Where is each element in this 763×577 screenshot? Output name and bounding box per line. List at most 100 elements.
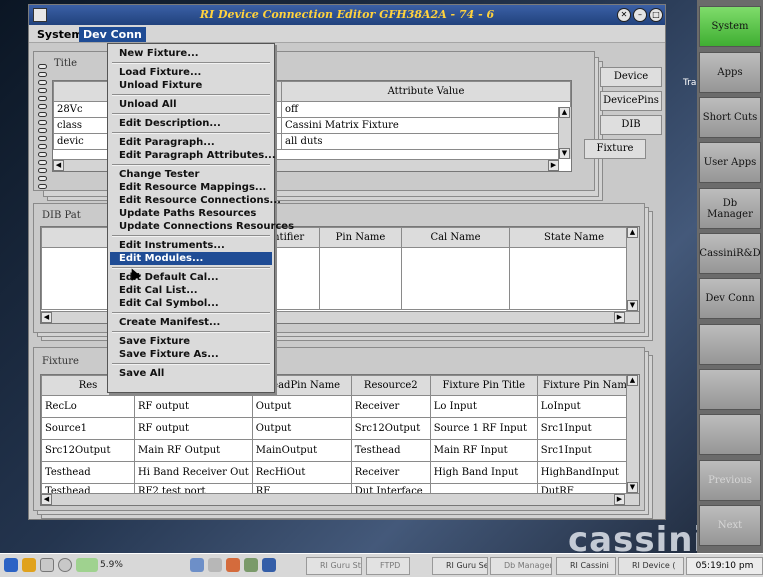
device-connection-editor-window: RI Device Connection Editor GFH38A2A - 7…	[28, 4, 666, 520]
close-icon[interactable]: ✕	[617, 8, 631, 22]
table-cell: Receiver	[350, 461, 431, 484]
menu-item[interactable]: Edit Cal List...	[110, 284, 272, 297]
start-menu-icon[interactable]	[4, 558, 18, 572]
minimize-icon[interactable]: –	[633, 8, 647, 22]
terminal-icon[interactable]	[208, 558, 222, 572]
scroll-left-icon[interactable]: ◀	[41, 312, 52, 323]
launcher-panel: System Apps Short Cuts User Apps Db Manager C…	[697, 0, 763, 553]
file-manager-icon[interactable]	[244, 558, 258, 572]
taskbar-task[interactable]: RI Guru Str	[306, 557, 362, 575]
launcher-button[interactable]: Next	[699, 505, 761, 546]
desktop-label: Tra	[683, 78, 697, 88]
launcher-button[interactable]: Dev Conn	[699, 278, 761, 319]
menu-item[interactable]: Edit Modules...	[110, 252, 272, 265]
menu-separator	[112, 132, 270, 134]
scroll-up-icon[interactable]: ▲	[559, 107, 570, 118]
tab-fixture[interactable]: Fixture	[584, 139, 646, 159]
menu-item[interactable]: Edit Resource Connections...	[110, 194, 281, 207]
menu-item[interactable]: Save Fixture As...	[110, 348, 272, 361]
menu-item[interactable]: Edit Cal Symbol...	[110, 297, 272, 310]
menu-item[interactable]: Edit Paragraph Attributes...	[110, 149, 276, 162]
notebook-spiral	[38, 64, 48, 194]
launcher-button[interactable]: Db Manager	[699, 188, 761, 229]
window-icon[interactable]	[190, 558, 204, 572]
menu-item[interactable]: Load Fixture...	[110, 66, 272, 79]
power-icon[interactable]	[58, 558, 72, 572]
taskbar-task[interactable]: RI Guru Se	[432, 557, 488, 575]
column-header-fixture-pin-title: Fixture Pin Title	[429, 375, 538, 396]
scroll-down-icon[interactable]: ▼	[627, 482, 638, 493]
vertical-scrollbar[interactable]: ▲ ▼	[558, 107, 571, 159]
fixture-panel-label: Fixture	[42, 356, 79, 367]
launcher-button[interactable]: Short Cuts	[699, 97, 761, 138]
launcher-button[interactable]: CassiniR&D	[699, 233, 761, 274]
taskbar-task[interactable]: FTPD	[366, 557, 410, 575]
maximize-icon[interactable]: □	[649, 8, 663, 22]
launcher-button[interactable]	[699, 324, 761, 365]
launcher-button[interactable]: Previous	[699, 460, 761, 501]
column-header-pin-name: Pin Name	[319, 227, 402, 248]
scroll-up-icon[interactable]: ▲	[627, 227, 638, 238]
menu-separator	[112, 94, 270, 96]
table-cell: RecLo	[41, 395, 135, 418]
menu-item[interactable]: Save All	[110, 367, 272, 380]
menu-dev-conn[interactable]: Dev Conn	[79, 27, 146, 42]
menu-item[interactable]: Edit Paragraph...	[110, 136, 272, 149]
scroll-left-icon[interactable]: ◀	[53, 160, 64, 171]
editor-icon[interactable]	[262, 558, 276, 572]
table-cell: Src1Input	[536, 417, 640, 440]
table-cell: HighBandInput	[536, 461, 640, 484]
scroll-down-icon[interactable]: ▼	[627, 300, 638, 311]
menu-item[interactable]: Create Manifest...	[110, 316, 272, 329]
vertical-scrollbar[interactable]: ▲ ▼	[626, 375, 639, 493]
menu-item[interactable]: Change Tester	[110, 168, 272, 181]
scroll-left-icon[interactable]: ◀	[41, 494, 52, 505]
table-row[interactable]: RecLo RF output Output Receiver Lo Input LoIn…	[41, 395, 640, 418]
table-cell: Source 1 RF Input	[429, 417, 538, 440]
horizontal-scrollbar[interactable]: ◀ ▶	[41, 493, 639, 505]
table-row[interactable]: Testhead Hi Band Receiver Out RecHiOut Rece…	[41, 461, 640, 484]
table-cell: Hi Band Receiver Out	[134, 461, 253, 484]
menu-item[interactable]: Update Connections Resources	[110, 220, 294, 233]
menu-item[interactable]: Unload All	[110, 98, 272, 111]
title-panel-label: Title	[54, 58, 78, 69]
browser-icon[interactable]	[226, 558, 240, 572]
window-titlebar[interactable]: RI Device Connection Editor GFH38A2A - 7…	[29, 5, 665, 25]
tab-device[interactable]: Device	[600, 67, 662, 87]
table-cell: off	[281, 101, 571, 118]
column-header-state-name: State Name	[509, 227, 639, 248]
launcher-button[interactable]: Apps	[699, 52, 761, 93]
table-cell: Output	[251, 417, 352, 440]
menu-item[interactable]: Edit Instruments...	[110, 239, 272, 252]
tab-device-pins[interactable]: DevicePins	[600, 91, 662, 111]
launcher-button[interactable]: System	[699, 6, 761, 47]
menu-item[interactable]: Unload Fixture	[110, 79, 272, 92]
column-header-cal-name: Cal Name	[401, 227, 510, 248]
home-icon[interactable]	[22, 558, 36, 572]
launcher-button[interactable]	[699, 369, 761, 410]
scroll-right-icon[interactable]: ▶	[614, 494, 625, 505]
table-cell: Src1Input	[536, 439, 640, 462]
launcher-button[interactable]	[699, 414, 761, 455]
menu-item[interactable]: Save Fixture	[110, 335, 272, 348]
taskbar-task[interactable]: RI Device (	[618, 557, 684, 575]
menu-item[interactable]: Update Paths Resources	[110, 207, 272, 220]
table-cell: Receiver	[350, 395, 431, 418]
scroll-right-icon[interactable]: ▶	[614, 312, 625, 323]
table-row[interactable]: Source1 RF output Output Src12Output Source …	[41, 417, 640, 440]
scroll-up-icon[interactable]: ▲	[627, 375, 638, 386]
menu-item[interactable]: Edit Description...	[110, 117, 272, 130]
taskbar-task[interactable]: RI Cassini	[556, 557, 616, 575]
scroll-down-icon[interactable]: ▼	[559, 148, 570, 159]
cpu-usage: 5.9%	[100, 560, 123, 570]
menu-item[interactable]: Edit Resource Mappings...	[110, 181, 272, 194]
table-row[interactable]: Src12Output Main RF Output MainOutput Testh…	[41, 439, 640, 462]
menu-separator	[112, 312, 270, 314]
scroll-right-icon[interactable]: ▶	[548, 160, 559, 171]
taskbar-task[interactable]: Db Manager -	[490, 557, 552, 575]
tab-dib[interactable]: DIB	[600, 115, 662, 135]
search-icon[interactable]	[40, 558, 54, 572]
vertical-scrollbar[interactable]: ▲ ▼	[626, 227, 639, 311]
menu-item[interactable]: New Fixture...	[110, 47, 272, 60]
launcher-button[interactable]: User Apps	[699, 142, 761, 183]
